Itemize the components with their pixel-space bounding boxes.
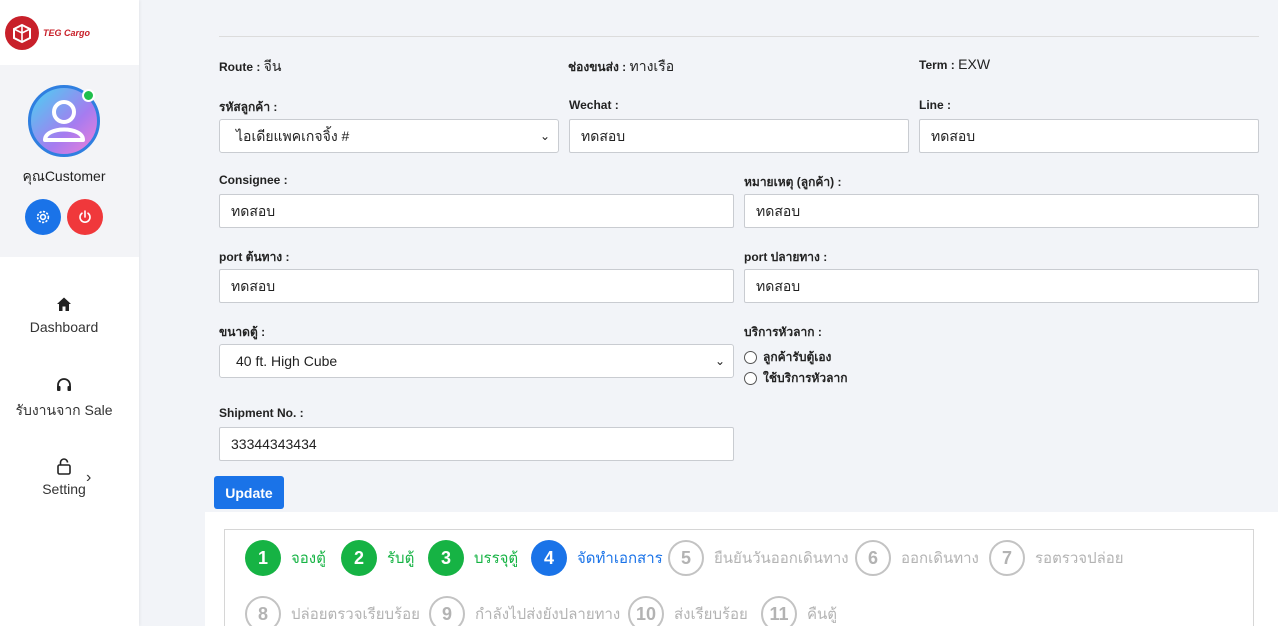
- status-steps-card: 1 จองตู้ 2 รับตู้ 3 บรรจุตู้ 4 จัดทำเอกส…: [205, 512, 1278, 626]
- trucking-option-label: ใช้บริการหัวลาก: [763, 371, 848, 385]
- step-number: 11: [761, 596, 797, 626]
- step-number: 3: [428, 540, 464, 576]
- customer-code-select[interactable]: ไอเดียแพคเกจจิ้ง # ⌄: [219, 119, 559, 153]
- route-label: Route :: [219, 60, 261, 74]
- step-1: 1 จองตู้: [245, 540, 326, 576]
- step-number: 6: [855, 540, 891, 576]
- port-origin-input[interactable]: ทดสอบ: [219, 269, 734, 303]
- step-label: จัดทำเอกสาร: [577, 550, 663, 567]
- divider: [219, 36, 1259, 37]
- logo[interactable]: TEG Cargo: [0, 0, 139, 65]
- step-3: 3 บรรจุตู้: [428, 540, 518, 576]
- step-number: 2: [341, 540, 377, 576]
- wechat-input[interactable]: ทดสอบ: [569, 119, 909, 153]
- term-value: EXW: [958, 56, 991, 72]
- nav-label-setting: Setting: [42, 481, 86, 497]
- lock-icon: [57, 458, 71, 475]
- step-9: 9 กำลังไปส่งยังปลายทาง: [429, 596, 620, 626]
- step-label: รับตู้: [387, 550, 415, 567]
- update-button[interactable]: Update: [214, 476, 284, 509]
- step-label: ส่งเรียบร้อย: [674, 606, 748, 623]
- container-size-value: 40 ft. High Cube: [236, 353, 338, 369]
- step-number: 4: [531, 540, 567, 576]
- step-6: 6 ออกเดินทาง: [855, 540, 979, 576]
- trucking-option-self[interactable]: ลูกค้ารับตู้เอง: [744, 348, 831, 367]
- step-number: 10: [628, 596, 664, 626]
- trucking-option-service[interactable]: ใช้บริการหัวลาก: [744, 369, 848, 388]
- chevron-down-icon: ⌄: [539, 129, 550, 143]
- step-7: 7 รอตรวจปล่อย: [989, 540, 1124, 576]
- step-number: 1: [245, 540, 281, 576]
- step-number: 5: [668, 540, 704, 576]
- step-5: 5 ยืนยันวันออกเดินทาง: [668, 540, 849, 576]
- step-4: 4 จัดทำเอกสาร: [531, 540, 663, 576]
- port-dest-input[interactable]: ทดสอบ: [744, 269, 1259, 303]
- step-label: คืนตู้: [807, 606, 838, 623]
- power-icon: [79, 210, 91, 223]
- nav-label-sale-jobs: รับงานจาก Sale: [15, 402, 113, 418]
- step-number: 8: [245, 596, 281, 626]
- step-label: ปล่อยตรวจเรียบร้อย: [291, 606, 420, 623]
- port-origin-label: port ต้นทาง :: [219, 250, 290, 264]
- home-icon: [57, 297, 71, 311]
- profile-panel: คุณCustomer: [0, 65, 139, 257]
- nav-label-dashboard: Dashboard: [29, 319, 99, 335]
- headset-icon: [57, 378, 71, 391]
- step-10: 10 ส่งเรียบร้อย: [628, 596, 748, 626]
- step-label: บรรจุตู้: [474, 550, 519, 567]
- container-size-label: ขนาดตู้ :: [219, 325, 266, 339]
- customer-note-input[interactable]: ทดสอบ: [744, 194, 1259, 228]
- step-8: 8 ปล่อยตรวจเรียบร้อย: [245, 596, 420, 626]
- customer-note-label: หมายเหตุ (ลูกค้า) :: [744, 175, 842, 189]
- nav-item-setting[interactable]: › Setting: [0, 457, 128, 528]
- side-nav: Dashboard รับงานจาก Sale › Setting: [0, 285, 128, 528]
- logo-text: TEG Cargo: [43, 27, 91, 38]
- step-label: ออกเดินทาง: [901, 550, 979, 567]
- customer-code-value: ไอเดียแพคเกจจิ้ง #: [236, 128, 350, 144]
- wechat-label: Wechat :: [569, 98, 619, 112]
- step-2: 2 รับตู้: [341, 540, 414, 576]
- route-info: Route : จีน: [219, 56, 281, 78]
- step-11: 11 คืนตู้: [761, 596, 837, 626]
- sidebar: TEG Cargo คุณCustomer Dashboard รับงานจา…: [0, 0, 139, 626]
- status-steps: 1 จองตู้ 2 รับตู้ 3 บรรจุตู้ 4 จัดทำเอกส…: [224, 529, 1254, 626]
- logout-button[interactable]: [67, 199, 103, 235]
- username: คุณCustomer: [22, 168, 106, 184]
- nav-item-dashboard[interactable]: Dashboard: [0, 295, 128, 366]
- chevron-down-icon: ⌄: [714, 354, 725, 368]
- route-value: จีน: [263, 58, 282, 74]
- transport-value: ทางเรือ: [629, 58, 675, 74]
- step-number: 9: [429, 596, 465, 626]
- main-content: Route : จีน ช่องขนส่ง : ทางเรือ Term : E…: [205, 0, 1278, 626]
- step-label: ยืนยันวันออกเดินทาง: [714, 550, 849, 567]
- chevron-right-icon: ›: [86, 469, 92, 486]
- container-size-select[interactable]: 40 ft. High Cube ⌄: [219, 344, 734, 378]
- step-label: รอตรวจปล่อย: [1035, 550, 1124, 567]
- step-label: จองตู้: [291, 550, 326, 567]
- trucking-label: บริการหัวลาก :: [744, 325, 822, 339]
- shipment-no-input[interactable]: 33344343434: [219, 427, 734, 461]
- step-number: 7: [989, 540, 1025, 576]
- customer-code-label: รหัสลูกค้า :: [219, 100, 278, 114]
- port-dest-label: port ปลายทาง :: [744, 250, 828, 264]
- consignee-input[interactable]: ทดสอบ: [219, 194, 734, 228]
- radio-button[interactable]: [744, 351, 757, 364]
- shipment-no-label: Shipment No. :: [219, 406, 304, 420]
- transport-label: ช่องขนส่ง :: [568, 60, 627, 74]
- term-label: Term :: [919, 58, 955, 72]
- settings-button[interactable]: [25, 199, 61, 235]
- step-label: กำลังไปส่งยังปลายทาง: [475, 606, 621, 623]
- logo-icon: [5, 15, 39, 50]
- term-info: Term : EXW: [919, 56, 990, 72]
- nav-item-sale-jobs[interactable]: รับงานจาก Sale: [0, 376, 128, 447]
- online-status-dot: [82, 89, 95, 102]
- transport-info: ช่องขนส่ง : ทางเรือ: [568, 56, 674, 78]
- gear-icon: [36, 210, 50, 224]
- consignee-label: Consignee :: [219, 173, 288, 187]
- line-input[interactable]: ทดสอบ: [919, 119, 1259, 153]
- trucking-option-label: ลูกค้ารับตู้เอง: [763, 350, 832, 364]
- line-label: Line :: [919, 98, 951, 112]
- radio-button[interactable]: [744, 372, 757, 385]
